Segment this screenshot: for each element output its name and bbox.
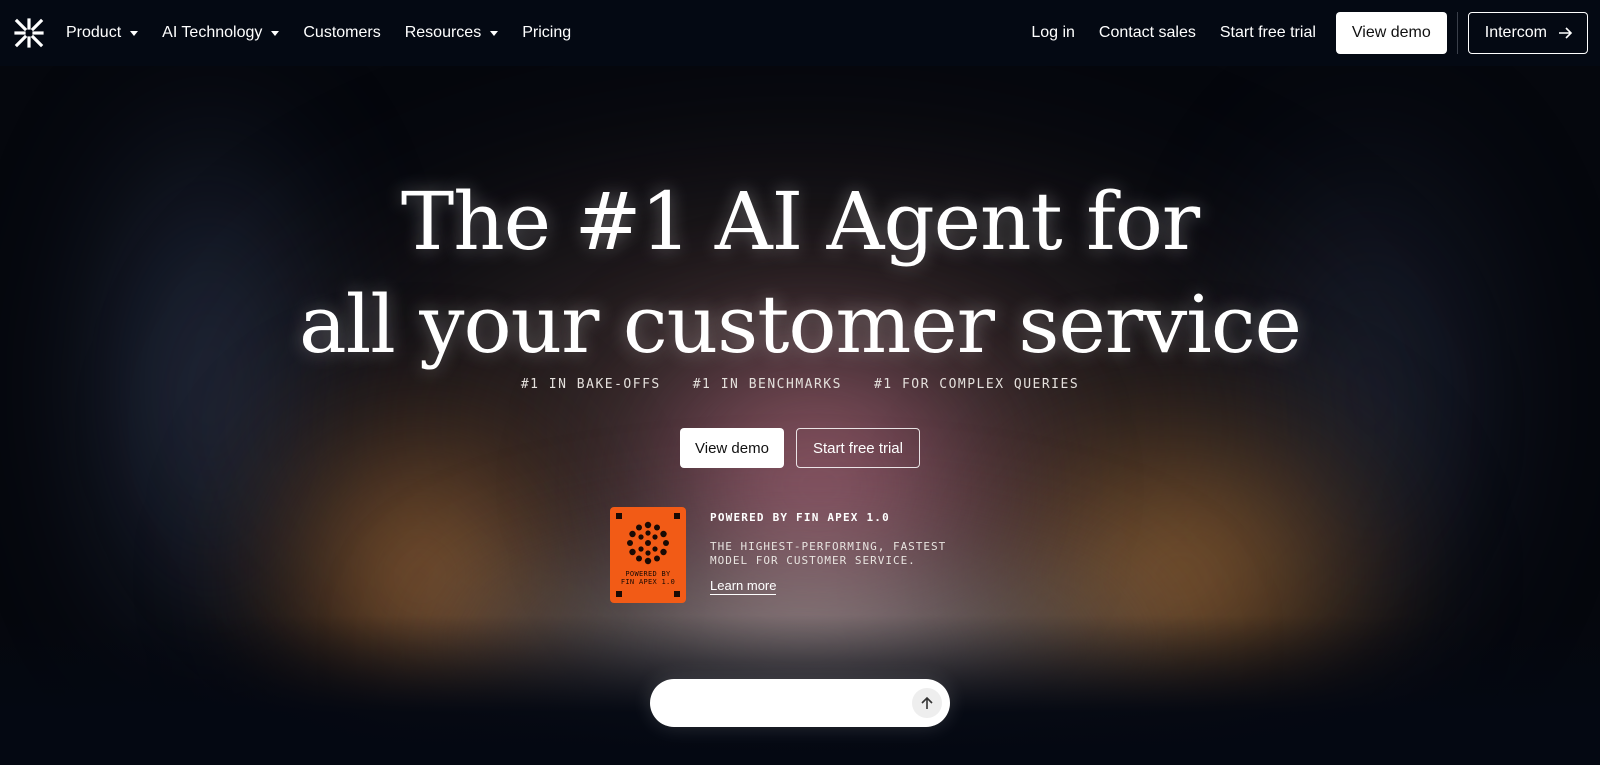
ask-input[interactable] <box>670 679 890 727</box>
card-corner <box>616 513 622 519</box>
view-demo-button[interactable]: View demo <box>1335 12 1447 54</box>
primary-nav: Product AI Technology Customers Resource… <box>66 24 571 42</box>
login-link[interactable]: Log in <box>1031 24 1075 42</box>
hero-start-trial-label: Start free trial <box>812 439 903 457</box>
card-text: POWERED BY FIN APEX 1.0 <box>610 570 686 586</box>
powered-by-section: POWERED BY FIN APEX 1.0 POWERED BY FIN A… <box>610 507 970 603</box>
top-navbar: Product AI Technology Customers Resource… <box>0 0 1600 66</box>
powered-description: THE HIGHEST-PERFORMING, FASTEST MODEL FO… <box>710 540 970 568</box>
nav-item-label: Resources <box>404 24 482 41</box>
intercom-button[interactable]: Intercom <box>1467 12 1588 54</box>
secondary-nav: Log in Contact sales Start free trial Vi… <box>1007 12 1588 54</box>
card-text-line-1: POWERED BY <box>625 570 671 578</box>
intercom-logo-icon[interactable] <box>12 16 46 50</box>
nav-item-resources[interactable]: Resources <box>404 24 499 42</box>
hero-start-trial-button[interactable]: Start free trial <box>795 428 920 468</box>
chevron-down-icon <box>271 30 280 36</box>
badge-benchmarks: #1 IN BENCHMARKS <box>692 377 842 392</box>
powered-title: POWERED BY FIN APEX 1.0 <box>710 511 890 524</box>
badge-bake-offs: #1 IN BAKE-OFFS <box>520 377 661 392</box>
headline-line-1: The #1 AI Agent for <box>400 175 1200 268</box>
view-demo-label: View demo <box>1351 24 1431 41</box>
nav-item-label: Pricing <box>522 24 572 41</box>
chevron-down-icon <box>490 30 499 36</box>
learn-more-link[interactable]: Learn more <box>710 578 777 595</box>
intercom-label: Intercom <box>1484 24 1547 41</box>
contact-sales-link[interactable]: Contact sales <box>1099 24 1196 42</box>
nav-item-label: Product <box>66 24 122 41</box>
nav-item-product[interactable]: Product <box>66 24 139 42</box>
start-free-trial-link[interactable]: Start free trial <box>1220 24 1316 42</box>
ask-bar <box>650 679 950 727</box>
hero-view-demo-label: View demo <box>695 439 769 457</box>
powered-info: POWERED BY FIN APEX 1.0 THE HIGHEST-PERF… <box>710 507 970 603</box>
nav-item-label: Customers <box>303 24 381 41</box>
fin-apex-mark-icon <box>624 519 672 572</box>
hero-headline: The #1 AI Agent for all your customer se… <box>0 170 1600 376</box>
hero-section: The #1 AI Agent for all your customer se… <box>0 66 1600 765</box>
nav-item-pricing[interactable]: Pricing <box>522 24 571 42</box>
powered-desc-line-2: MODEL FOR CUSTOMER SERVICE. <box>710 554 916 567</box>
arrow-right-icon <box>1559 27 1573 39</box>
hero-view-demo-button[interactable]: View demo <box>680 428 784 468</box>
nav-item-label: AI Technology <box>162 24 263 41</box>
nav-item-ai-technology[interactable]: AI Technology <box>162 24 280 42</box>
card-corner <box>616 591 622 597</box>
card-text-line-2: FIN APEX 1.0 <box>620 578 676 586</box>
card-corner <box>674 591 680 597</box>
arrow-up-icon <box>921 696 933 710</box>
hero-cta-row: View demo Start free trial <box>0 428 1600 468</box>
fin-apex-card[interactable]: POWERED BY FIN APEX 1.0 <box>610 507 686 603</box>
nav-item-customers[interactable]: Customers <box>303 24 380 42</box>
chevron-down-icon <box>130 30 139 36</box>
ranking-badges: #1 IN BAKE-OFFS #1 IN BENCHMARKS #1 FOR … <box>0 377 1600 392</box>
powered-desc-line-1: THE HIGHEST-PERFORMING, FASTEST <box>710 540 947 553</box>
badge-complex-queries: #1 FOR COMPLEX QUERIES <box>873 377 1080 392</box>
card-corner <box>674 513 680 519</box>
nav-divider <box>1456 12 1458 54</box>
send-button[interactable] <box>912 688 942 718</box>
headline-line-2: all your customer service <box>299 278 1302 371</box>
